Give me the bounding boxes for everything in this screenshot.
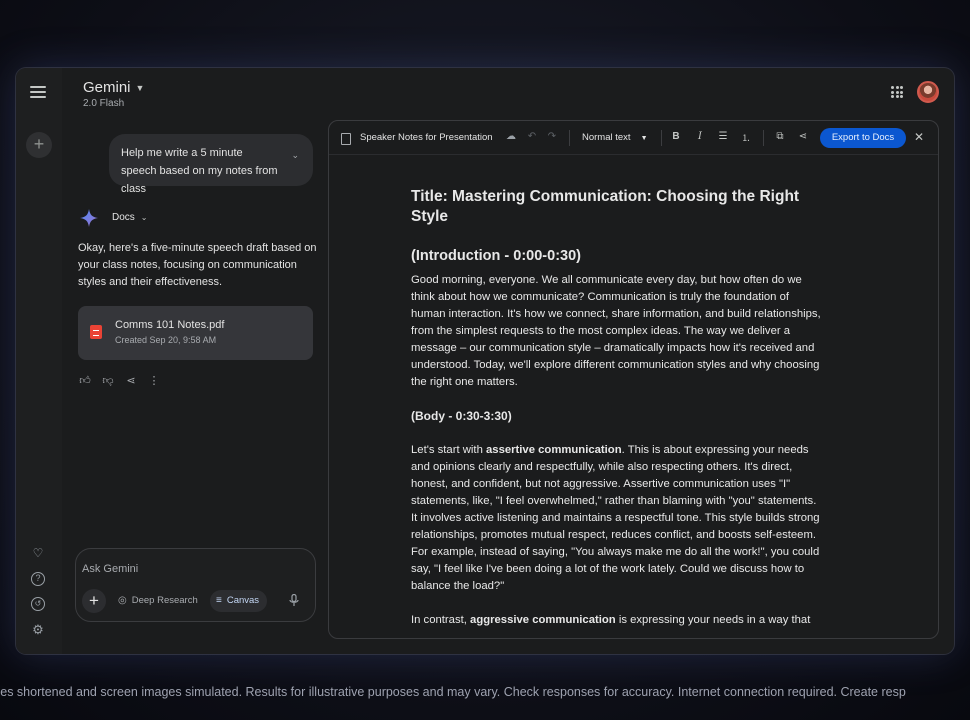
file-attachment-card[interactable]: Comms 101 Notes.pdf Created Sep 20, 9:58… xyxy=(78,306,313,360)
deep-research-button[interactable]: ◎ Deep Research xyxy=(112,590,206,612)
toolbar-divider xyxy=(569,130,570,146)
caret-down-icon: ▼ xyxy=(135,83,145,94)
chevron-down-icon: ⌄ xyxy=(140,213,148,222)
undo-icon[interactable]: ↶ xyxy=(525,131,539,142)
more-vert-icon[interactable]: ⋮ xyxy=(147,374,161,387)
add-attachment-button[interactable]: + xyxy=(82,589,106,613)
intro-paragraph: Good morning, everyone. We all communica… xyxy=(411,274,821,388)
response-text: Okay, here's a five-minute speech draft … xyxy=(78,242,317,288)
cloud-saved-icon: ☁ xyxy=(506,131,516,142)
side-rail: + ♡ ? ↺ ⚙ xyxy=(16,68,62,654)
export-to-docs-button[interactable]: Export to Docs xyxy=(820,128,906,148)
bold-term: assertive communication xyxy=(486,444,622,456)
share-icon[interactable]: ⋖ xyxy=(124,374,138,387)
intro-heading: (Introduction - 0:00-0:30) xyxy=(411,248,581,264)
numbered-list-icon[interactable]: ⒈ xyxy=(739,131,753,144)
prompt-input[interactable]: Ask Gemini xyxy=(82,563,138,575)
history-icon[interactable]: ↺ xyxy=(31,597,45,611)
apps-grid-icon[interactable] xyxy=(891,86,903,98)
docs-source-chip[interactable]: Docs ⌄ xyxy=(112,212,148,223)
canvas-label: Canvas xyxy=(226,595,260,606)
body-heading: (Body - 0:30-3:30) xyxy=(411,409,512,423)
new-chat-button[interactable]: + xyxy=(26,132,52,158)
expand-chevron-icon[interactable]: ⌄ xyxy=(291,146,299,164)
body-paragraph-2: In contrast, aggressive communication is… xyxy=(411,612,823,629)
canvas-doc-title[interactable]: Speaker Notes for Presentation xyxy=(360,132,493,143)
pdf-file-icon xyxy=(90,325,102,339)
prompt-box[interactable]: Ask Gemini + ◎ Deep Research ≡ Canvas xyxy=(75,548,316,622)
menu-icon[interactable] xyxy=(30,86,46,98)
text-run: Let's start with xyxy=(411,444,486,456)
bold-icon[interactable]: B xyxy=(669,131,683,142)
avatar[interactable] xyxy=(917,81,939,103)
model-selector[interactable]: Gemini ▼ xyxy=(83,79,144,96)
bold-term: aggressive communication xyxy=(470,614,616,626)
text-style-dropdown[interactable]: Normal text ▼ xyxy=(582,132,648,143)
canvas-pane: Speaker Notes for Presentation ☁ ↶ ↷ Nor… xyxy=(328,120,939,639)
text-run: is expressing your needs in a way that xyxy=(615,614,811,626)
user-message: Help me write a 5 minute speech based on… xyxy=(109,134,313,195)
toolbar-divider xyxy=(763,130,764,146)
docs-chip-label: Docs xyxy=(112,212,135,223)
deep-research-icon: ◎ xyxy=(118,595,127,606)
canvas-document[interactable]: Title: Mastering Communication: Choosing… xyxy=(411,187,823,638)
close-icon[interactable]: ✕ xyxy=(914,130,924,144)
canvas-button[interactable]: ≡ Canvas xyxy=(210,590,268,612)
thumb-down-icon[interactable]: 👎︎ xyxy=(101,374,115,387)
app-title: Gemini xyxy=(83,79,131,96)
model-version: 2.0 Flash xyxy=(83,98,125,109)
gemini-spark-icon xyxy=(80,209,98,227)
document-icon xyxy=(341,133,351,145)
disclaimer-footer: ces shortened and screen images simulate… xyxy=(0,685,970,699)
deep-research-label: Deep Research xyxy=(131,595,198,606)
copy-icon[interactable]: ⧉ xyxy=(773,131,787,142)
redo-icon[interactable]: ↷ xyxy=(545,131,559,142)
gem-heart-icon[interactable]: ♡ xyxy=(31,546,45,560)
canvas-toolbar: Speaker Notes for Presentation ☁ ↶ ↷ Nor… xyxy=(329,121,938,155)
share-icon[interactable]: ⋖ xyxy=(796,131,810,142)
response-actions: 👍︎ 👎︎ ⋖ ⋮ xyxy=(78,374,161,387)
text-run: . This is about expressing your needs an… xyxy=(411,444,820,592)
bulleted-list-icon[interactable]: ☰ xyxy=(716,131,730,142)
file-meta: Created Sep 20, 9:58 AM xyxy=(115,335,217,345)
settings-gear-icon[interactable]: ⚙ xyxy=(31,623,45,637)
doc-title: Title: Mastering Communication: Choosing… xyxy=(411,188,800,225)
caret-down-icon: ▼ xyxy=(640,135,648,142)
disclaimer-text: ces shortened and screen images simulate… xyxy=(0,685,906,699)
file-name: Comms 101 Notes.pdf xyxy=(115,319,225,331)
microphone-icon[interactable] xyxy=(289,594,299,607)
gemini-window: + ♡ ? ↺ ⚙ Gemini ▼ 2.0 Flash Help me writ… xyxy=(16,68,954,654)
text-run: In contrast, xyxy=(411,614,471,626)
user-message-text: Help me write a 5 minute speech based on… xyxy=(121,147,278,195)
text-style-label: Normal text xyxy=(582,132,631,143)
help-icon[interactable]: ? xyxy=(31,572,45,586)
body-paragraph-1: Let's start with assertive communication… xyxy=(411,442,823,595)
canvas-icon: ≡ xyxy=(216,595,222,606)
thumb-up-icon[interactable]: 👍︎ xyxy=(78,374,92,387)
toolbar-divider xyxy=(661,130,662,146)
italic-icon[interactable]: I xyxy=(693,131,707,142)
